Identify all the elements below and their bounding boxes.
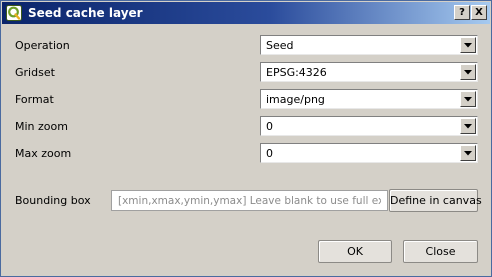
gridset-label: Gridset [15, 66, 55, 79]
chevron-down-icon[interactable] [460, 64, 476, 80]
chevron-down-icon[interactable] [460, 118, 476, 134]
chevron-down-icon[interactable] [460, 91, 476, 107]
format-label: Format [15, 93, 54, 106]
chevron-down-icon[interactable] [460, 145, 476, 161]
bounding-box-label: Bounding box [15, 194, 91, 207]
min-zoom-select[interactable]: 0 [260, 116, 478, 136]
bounding-box-input[interactable] [111, 190, 388, 211]
define-in-canvas-button[interactable]: Define in canvas [389, 189, 482, 212]
operation-value: Seed [266, 39, 294, 52]
ok-button[interactable]: OK [318, 240, 392, 263]
gridset-value: EPSG:4326 [266, 66, 327, 79]
format-select[interactable]: image/png [260, 89, 478, 109]
help-button[interactable]: ? [454, 5, 470, 20]
qgis-icon [6, 5, 22, 21]
close-button[interactable]: Close [403, 240, 478, 263]
chevron-down-icon[interactable] [460, 37, 476, 53]
operation-select[interactable]: Seed [260, 35, 478, 55]
max-zoom-select[interactable]: 0 [260, 143, 478, 163]
gridset-select[interactable]: EPSG:4326 [260, 62, 478, 82]
window-title: Seed cache layer [28, 6, 143, 20]
operation-label: Operation [15, 39, 70, 52]
title-bar[interactable]: Seed cache layer ? X [2, 2, 490, 24]
min-zoom-value: 0 [266, 120, 273, 133]
format-value: image/png [266, 93, 325, 106]
max-zoom-label: Max zoom [15, 147, 72, 160]
min-zoom-label: Min zoom [15, 120, 68, 133]
seed-cache-dialog: Seed cache layer ? X Operation Seed Grid… [0, 0, 492, 277]
max-zoom-value: 0 [266, 147, 273, 160]
window-close-button[interactable]: X [471, 5, 487, 20]
